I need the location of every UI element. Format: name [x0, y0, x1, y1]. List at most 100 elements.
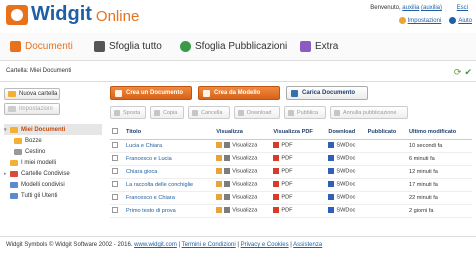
create-document-button[interactable]: Crea un Documento	[110, 86, 192, 100]
support-link[interactable]: Assistenza	[293, 242, 322, 248]
brand-name: Widgit	[31, 3, 92, 25]
check-icon[interactable]: ✔	[464, 67, 472, 78]
table-header: Titolo Visualizza Visualizza PDF Downloa…	[110, 126, 472, 140]
path-actions: ⟳ ✔	[454, 67, 472, 78]
table-row[interactable]: Lucia e Chiara Visualizza PDF SWDoc 10 secon…	[110, 139, 472, 153]
download-button[interactable]: Download	[234, 106, 280, 119]
documents-icon	[10, 41, 21, 52]
swdoc-icon	[328, 168, 335, 175]
footer: Widgit Symbols © Widgit Software 2002 - …	[0, 236, 476, 253]
row-checkbox[interactable]	[112, 206, 118, 213]
download-cell[interactable]: SWDoc	[326, 191, 366, 205]
top-links: Impostazioni Aiuto	[398, 17, 472, 24]
pdf-cell[interactable]: PDF	[271, 139, 327, 153]
tree-item-my-documents[interactable]: ▾ Miei Documenti	[4, 124, 102, 135]
tree-item-drafts[interactable]: Bozze	[4, 135, 102, 146]
preview-icon	[224, 155, 231, 162]
col-view-pdf: Visualizza PDF	[271, 126, 327, 140]
document-title[interactable]: Lucia e Chiara	[124, 139, 215, 153]
unpublish-button[interactable]: Annulla pubblicazione	[330, 106, 408, 119]
tab-browse-publications[interactable]: Sfoglia Pubblicazioni	[180, 41, 287, 52]
document-title[interactable]: Francesco e Lucia	[124, 152, 215, 166]
settings-link[interactable]: Impostazioni	[398, 17, 441, 24]
row-checkbox[interactable]	[112, 193, 118, 200]
tree-item-trash[interactable]: Cestino	[4, 146, 102, 157]
privacy-link[interactable]: Privacy e Cookies	[241, 242, 289, 248]
user-secondary-link[interactable]: (auxilia)	[421, 5, 442, 11]
pdf-cell[interactable]: PDF	[271, 152, 327, 166]
document-title[interactable]: Primo testo di prova	[124, 204, 215, 218]
upload-document-button[interactable]: Carica Documento	[286, 86, 368, 100]
copy-icon	[154, 109, 160, 116]
download-cell[interactable]: SWDoc	[326, 139, 366, 153]
symbol-view-icon	[216, 142, 223, 149]
swdoc-icon	[328, 207, 335, 214]
tab-extras[interactable]: Extra	[300, 41, 338, 52]
col-modified[interactable]: Ultimo modificato	[406, 126, 472, 140]
delete-button[interactable]: Cancella	[188, 106, 230, 119]
row-checkbox[interactable]	[112, 154, 118, 161]
table-row[interactable]: Francesco e Lucia Visualizza PDF SWDoc 6 min…	[110, 152, 472, 166]
document-title[interactable]: Francesco e Chiara	[124, 191, 215, 205]
tab-browse-all[interactable]: Sfoglia tutto	[94, 41, 162, 52]
help-link[interactable]: Aiuto	[449, 17, 472, 24]
row-select-cell	[110, 204, 124, 218]
logout-link[interactable]: Esci	[457, 5, 468, 11]
view-cell[interactable]: Visualizza	[214, 178, 272, 192]
tab-documents[interactable]: Documenti	[10, 41, 73, 52]
download-cell[interactable]: SWDoc	[326, 165, 366, 179]
view-cell[interactable]: Visualizza	[214, 139, 272, 153]
tree-item-my-templates[interactable]: I miei modelli	[4, 157, 102, 168]
help-icon	[449, 17, 457, 24]
create-from-template-button[interactable]: Crea da Modello	[198, 86, 280, 100]
row-checkbox[interactable]	[112, 141, 118, 148]
move-button[interactable]: Sposta	[110, 106, 146, 119]
view-cell[interactable]: Visualizza	[214, 165, 272, 179]
pdf-icon	[273, 194, 280, 201]
published-cell	[365, 178, 407, 192]
modified-cell: 22 minuti fa	[406, 191, 472, 205]
extras-icon	[300, 41, 311, 52]
download-cell[interactable]: SWDoc	[326, 204, 366, 218]
app-logo[interactable]: Widgit Online	[6, 3, 139, 26]
gear-icon	[8, 106, 16, 112]
symbol-view-icon	[216, 207, 223, 214]
document-title[interactable]: Chiara gioca	[124, 165, 215, 179]
site-link[interactable]: www.widgit.com	[134, 242, 177, 248]
tree-item-shared-templates[interactable]: Modelli condivisi	[4, 179, 102, 190]
tree-item-shared-folders[interactable]: ▸ Cartelle Condivise	[4, 168, 102, 179]
tree-item-all-users[interactable]: Tutti gli Utenti	[4, 190, 102, 201]
pdf-icon	[273, 207, 280, 214]
new-folder-button[interactable]: Nuova cartella	[4, 88, 60, 100]
table-row[interactable]: Primo testo di prova Visualizza PDF SWDoc 2 …	[110, 204, 472, 218]
col-published[interactable]: Pubblicato	[365, 126, 407, 140]
pdf-cell[interactable]: PDF	[271, 204, 327, 218]
modified-cell: 2 giorni fa	[406, 204, 472, 218]
terms-link[interactable]: Termini e Condizioni	[182, 242, 236, 248]
pdf-cell[interactable]: PDF	[271, 165, 327, 179]
browse-icon	[94, 41, 105, 52]
download-cell[interactable]: SWDoc	[326, 152, 366, 166]
document-title[interactable]: La raccolta delle conchiglie	[124, 178, 215, 192]
shared-folder-icon	[10, 170, 18, 177]
folder-settings-button[interactable]: Impostazioni	[4, 103, 60, 115]
pdf-icon	[273, 168, 280, 175]
table-row[interactable]: La raccolta delle conchiglie Visualizza PD…	[110, 178, 472, 192]
copy-button[interactable]: Copia	[150, 106, 184, 119]
row-checkbox[interactable]	[112, 167, 118, 174]
view-cell[interactable]: Visualizza	[214, 152, 272, 166]
view-cell[interactable]: Visualizza	[214, 204, 272, 218]
row-checkbox[interactable]	[112, 180, 118, 187]
download-cell[interactable]: SWDoc	[326, 178, 366, 192]
select-all-checkbox[interactable]	[112, 128, 118, 135]
refresh-icon[interactable]: ⟳	[454, 67, 462, 78]
view-cell[interactable]: Visualizza	[214, 191, 272, 205]
pdf-cell[interactable]: PDF	[271, 178, 327, 192]
user-link[interactable]: auxilia	[402, 5, 419, 11]
pdf-cell[interactable]: PDF	[271, 191, 327, 205]
table-row[interactable]: Chiara gioca Visualizza PDF SWDoc 12 minuti …	[110, 165, 472, 179]
col-download: Download	[326, 126, 366, 140]
col-title[interactable]: Titolo	[124, 126, 215, 140]
publish-button[interactable]: Pubblica	[284, 106, 326, 119]
table-row[interactable]: Francesco e Chiara Visualizza PDF SWDoc 22 m…	[110, 191, 472, 205]
